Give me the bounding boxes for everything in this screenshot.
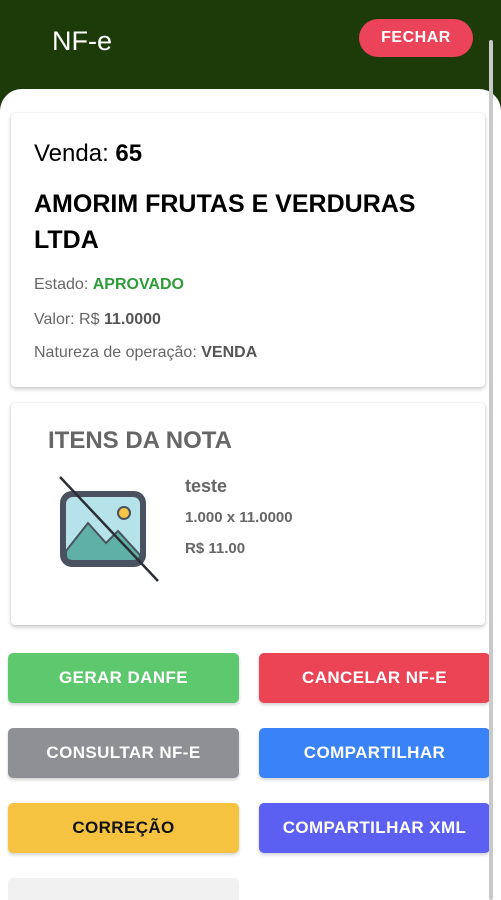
- share-xml-button[interactable]: COMPARTILHAR XML: [259, 803, 490, 853]
- sale-card: Venda: 65 AMORIM FRUTAS E VERDURAS LTDA …: [11, 113, 485, 387]
- nature-line: Natureza de operação: VENDA: [34, 344, 257, 362]
- page-title: NF-e: [52, 26, 112, 56]
- items-title: ITENS DA NOTA: [48, 427, 232, 454]
- value-amount: 11.0000: [103, 311, 161, 328]
- cancel-nfe-button[interactable]: CANCELAR NF-E: [259, 653, 490, 703]
- partial-button[interactable]: [8, 878, 239, 900]
- nature-value: VENDA: [201, 344, 258, 361]
- content-sheet: Venda: 65 AMORIM FRUTAS E VERDURAS LTDA …: [0, 89, 501, 900]
- correction-button[interactable]: CORREÇÃO: [8, 803, 239, 853]
- company-name: AMORIM FRUTAS E VERDURAS LTDA: [34, 190, 416, 254]
- nature-label: Natureza de operação:: [34, 344, 197, 361]
- items-card: ITENS DA NOTA teste 1.000 x 11.0000 R$ 1…: [11, 403, 485, 625]
- status-line: Estado: APROVADO: [34, 276, 184, 294]
- sale-number: Venda: 65: [34, 140, 142, 168]
- consult-nfe-button[interactable]: CONSULTAR NF-E: [8, 728, 239, 778]
- sale-number-value: 65: [115, 140, 143, 167]
- close-button[interactable]: FECHAR: [359, 19, 473, 57]
- share-button[interactable]: COMPARTILHAR: [259, 728, 490, 778]
- item-name: teste: [185, 476, 228, 496]
- item-quantity: 1.000 x 11.0000: [185, 509, 293, 526]
- no-image-icon: [46, 471, 162, 587]
- status-label: Estado:: [34, 276, 89, 293]
- value-label: Valor: R$: [34, 311, 100, 328]
- scrollbar[interactable]: [489, 40, 493, 900]
- status-badge: APROVADO: [92, 276, 184, 293]
- value-line: Valor: R$ 11.0000: [34, 311, 161, 329]
- sale-number-label: Venda:: [34, 140, 109, 167]
- item-total: R$ 11.00: [185, 540, 246, 557]
- gerar-danfe-button[interactable]: GERAR DANFE: [8, 653, 239, 703]
